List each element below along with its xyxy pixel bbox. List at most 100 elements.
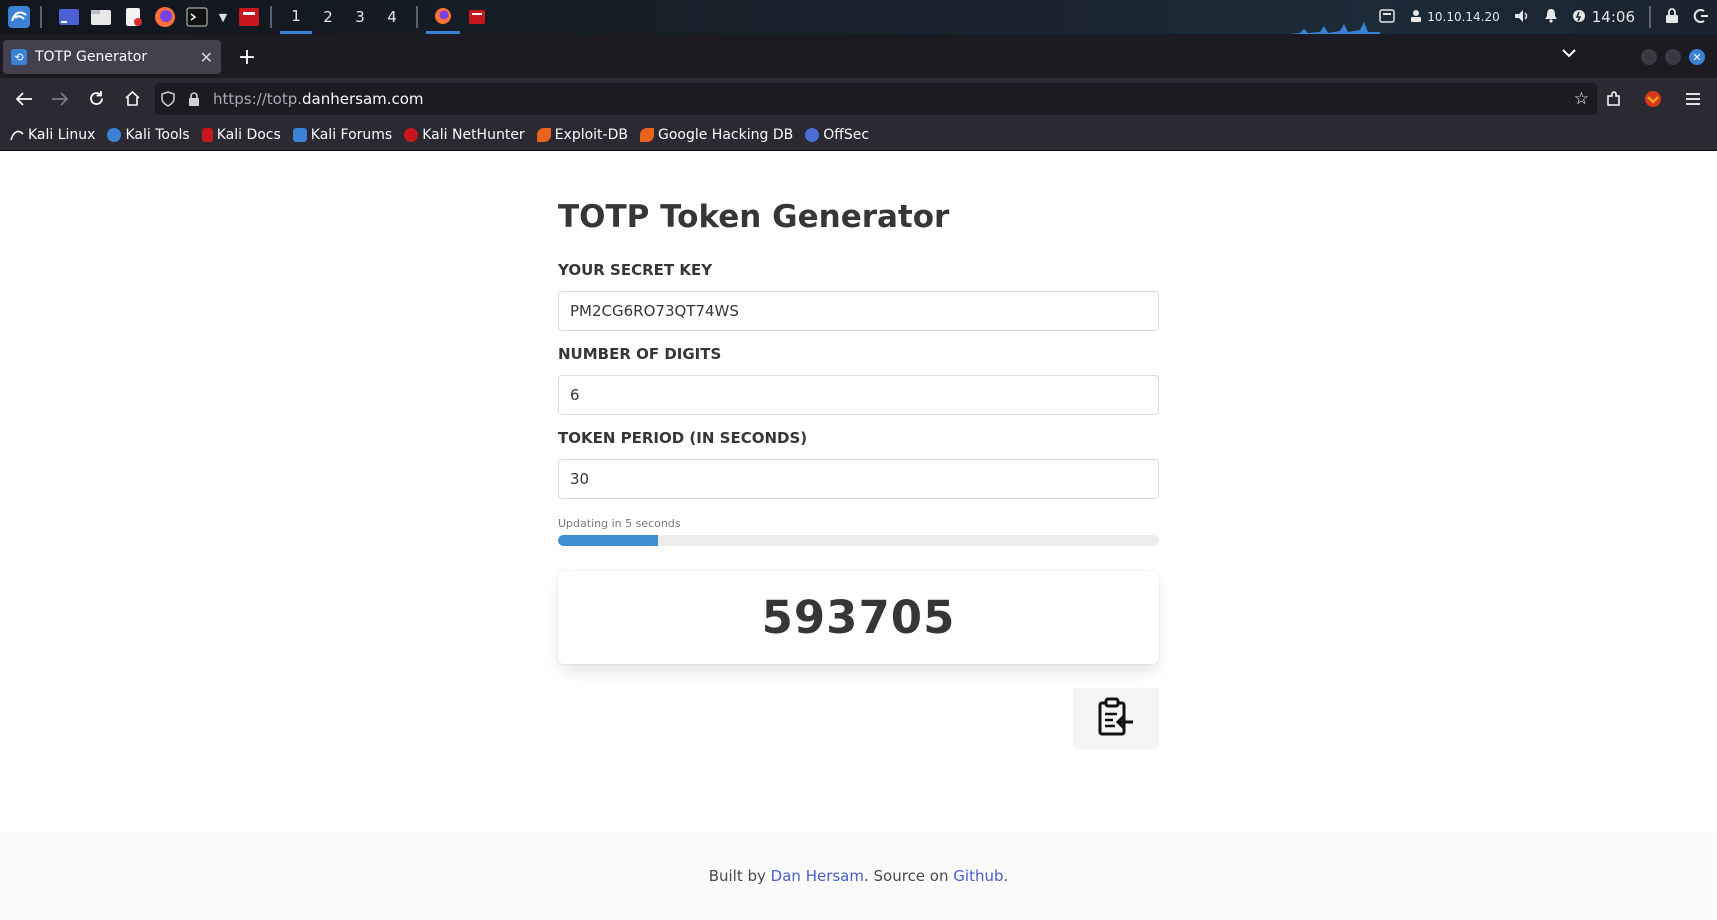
panel-separator	[270, 6, 272, 28]
bookmark-kali-docs[interactable]: Kali Docs	[201, 126, 281, 143]
footer-suffix: .	[1003, 867, 1009, 885]
copy-token-button[interactable]	[1073, 688, 1159, 749]
close-tab-icon[interactable]: ✕	[200, 48, 213, 67]
url-scheme: https://totp.	[213, 90, 302, 108]
kali-dragon-icon	[10, 128, 24, 142]
clock-widget[interactable]: 14:06	[1572, 8, 1635, 26]
panel-separator	[1649, 6, 1651, 28]
period-label: TOKEN PERIOD (IN SECONDS)	[558, 429, 808, 447]
clock: 14:06	[1591, 8, 1635, 26]
bookmark-exploit-db[interactable]: Exploit-DB	[536, 126, 628, 143]
totp-token: 593705	[761, 591, 956, 644]
toolbar-right	[1595, 78, 1711, 119]
bookmark-label: Kali Docs	[216, 126, 281, 143]
kali-docs-icon	[201, 127, 213, 142]
page-content: TOTP Token Generator YOUR SECRET KEY PM2…	[0, 151, 1717, 920]
bookmark-label: Kali Tools	[125, 126, 190, 143]
site-security-lock-icon[interactable]	[181, 91, 207, 107]
lock-screen-icon[interactable]	[1665, 7, 1679, 27]
bookmark-label: OffSec	[823, 126, 870, 143]
terminal-icon[interactable]	[184, 4, 210, 30]
footer: Built by Dan Hersam. Source on Github.	[0, 832, 1717, 920]
vpn-status[interactable]: 10.10.14.20	[1409, 9, 1500, 26]
footer-prefix: Built by	[708, 867, 766, 885]
firefox-icon[interactable]	[152, 4, 178, 30]
close-window-button[interactable]: ✕	[1689, 49, 1705, 65]
url-bar[interactable]: https://totp. danhersam.com ☆	[155, 83, 1597, 115]
workspace-2[interactable]: 2	[312, 0, 344, 34]
network-graph-icon	[1290, 22, 1380, 34]
ip-address: 10.10.14.20	[1427, 10, 1500, 24]
workspace-3[interactable]: 3	[344, 0, 376, 34]
nethunter-icon	[404, 127, 419, 142]
kali-tools-icon	[107, 127, 122, 142]
token-box: 593705	[558, 571, 1159, 664]
task-burpsuite-icon[interactable]	[460, 0, 494, 34]
bookmark-kali-tools[interactable]: Kali Tools	[107, 126, 190, 143]
update-countdown-text: Updating in 5 seconds	[558, 517, 681, 530]
task-firefox-icon[interactable]	[426, 0, 460, 34]
show-desktop-icon[interactable]	[56, 4, 82, 30]
bookmark-star-icon[interactable]: ☆	[1574, 89, 1589, 109]
bookmark-kali-forums[interactable]: Kali Forums	[292, 126, 393, 143]
maximize-window-button[interactable]	[1665, 49, 1681, 65]
digits-label: NUMBER OF DIGITS	[558, 345, 722, 363]
chevron-down-icon[interactable]: ▼	[216, 4, 230, 30]
panel-separator	[416, 6, 418, 28]
secret-key-value: PM2CG6RO73QT74WS	[570, 302, 739, 320]
tracking-protection-shield-icon[interactable]	[155, 91, 181, 107]
digits-input[interactable]: 6	[558, 375, 1159, 415]
bookmark-kali-linux[interactable]: Kali Linux	[10, 127, 95, 143]
bookmarks-toolbar: Kali Linux Kali Tools Kali Docs Kali For…	[0, 119, 1717, 151]
clipboard-copy-icon	[1097, 697, 1135, 741]
text-editor-icon[interactable]	[120, 4, 146, 30]
notification-bell-icon[interactable]	[1544, 8, 1558, 26]
secret-key-input[interactable]: PM2CG6RO73QT74WS	[558, 291, 1159, 331]
workspace-1[interactable]: 1	[280, 0, 312, 34]
exploit-db-icon	[536, 127, 551, 142]
bookmark-offsec[interactable]: OffSec	[805, 127, 869, 143]
forward-button[interactable]	[42, 83, 78, 115]
logout-icon[interactable]	[1693, 8, 1709, 27]
foxyproxy-icon[interactable]	[1635, 83, 1671, 115]
list-all-tabs-chevron-icon[interactable]	[1562, 46, 1576, 62]
power-manager-icon	[1572, 9, 1586, 26]
panel-separator	[40, 6, 42, 28]
bookmark-label: Kali Forums	[310, 126, 393, 143]
url-host: danhersam.com	[302, 90, 424, 108]
period-input[interactable]: 30	[558, 459, 1159, 499]
home-button[interactable]	[114, 83, 150, 115]
tab-totp-generator[interactable]: ⟲ TOTP Generator ✕	[3, 40, 221, 74]
period-value: 30	[570, 470, 590, 488]
extensions-icon[interactable]	[1595, 83, 1631, 115]
footer-middle: . Source on	[863, 867, 949, 885]
file-manager-icon[interactable]	[88, 4, 114, 30]
reload-button[interactable]	[78, 83, 114, 115]
minimize-window-button[interactable]	[1641, 49, 1657, 65]
ghdb-icon	[639, 127, 654, 142]
update-progress-bar	[558, 535, 1159, 546]
bookmark-label: Exploit-DB	[554, 126, 628, 143]
tab-strip: ⟲ TOTP Generator ✕ + ✕	[0, 34, 1717, 78]
hamburger-menu-icon[interactable]	[1675, 83, 1711, 115]
volume-icon[interactable]	[1514, 9, 1530, 26]
back-button[interactable]	[6, 83, 42, 115]
author-link[interactable]: Dan Hersam	[771, 867, 864, 885]
new-tab-button[interactable]: +	[234, 44, 260, 70]
display-icon[interactable]	[1379, 8, 1395, 26]
workspace-4[interactable]: 4	[376, 0, 408, 34]
burpsuite-icon[interactable]	[236, 4, 262, 30]
bookmark-label: Kali Linux	[28, 126, 96, 143]
system-tray: 10.10.14.20 14:06	[1379, 0, 1709, 34]
bookmark-kali-nethunter[interactable]: Kali NetHunter	[404, 127, 525, 143]
bookmark-google-hacking-db[interactable]: Google Hacking DB	[639, 127, 793, 143]
github-link[interactable]: Github	[953, 867, 1003, 885]
digits-value: 6	[570, 386, 580, 404]
kali-menu-icon[interactable]	[6, 4, 32, 30]
secret-key-label: YOUR SECRET KEY	[558, 261, 713, 279]
navigation-toolbar: https://totp. danhersam.com ☆	[0, 78, 1717, 119]
progress-fill	[558, 535, 659, 546]
tab-title: TOTP Generator	[35, 49, 148, 65]
page-title: TOTP Token Generator	[558, 199, 950, 235]
totp-favicon-icon: ⟲	[11, 49, 27, 65]
